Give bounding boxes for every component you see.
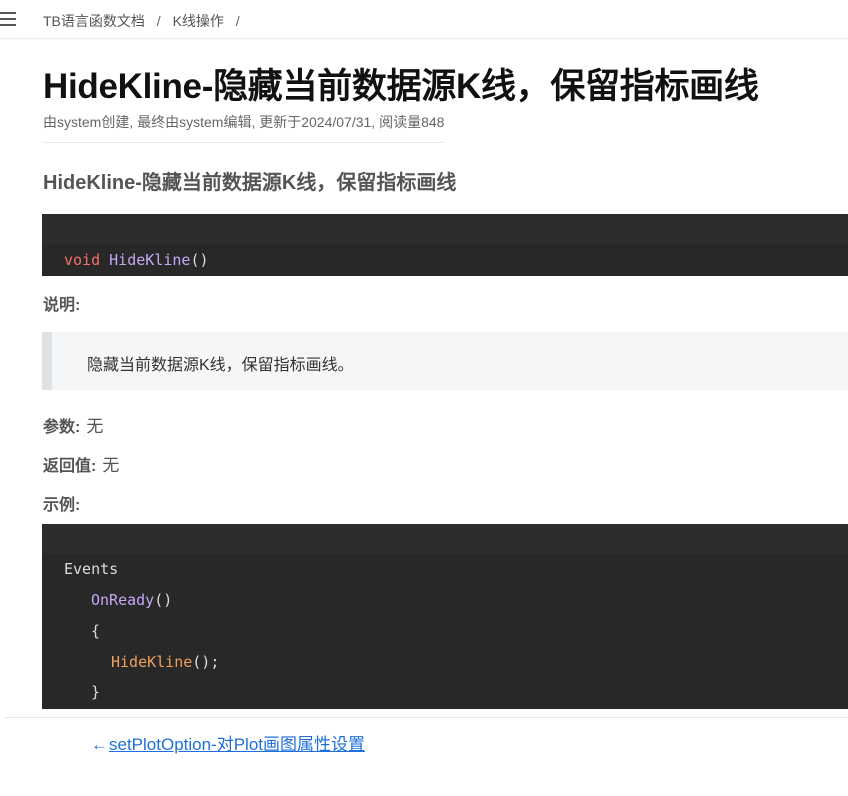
description-text: 隐藏当前数据源K线，保留指标画线。 (87, 357, 354, 374)
section-heading: HideKline-隐藏当前数据源K线，保留指标画线 (43, 172, 457, 194)
top-bar: TB语言函数文档 / K线操作 / (0, 0, 848, 39)
params-label: 参数: (43, 419, 81, 436)
params-value: 无 (86, 417, 104, 436)
signature-code-block: void HideKline() (42, 214, 848, 276)
code-call-name: HideKline (111, 653, 193, 671)
breadcrumb-item-kline[interactable]: K线操作 (173, 13, 224, 29)
prev-page-link[interactable]: ←setPlotOption-对Plot画图属性设置 (91, 730, 365, 755)
code-line-2: OnReady() (91, 591, 172, 609)
code-call-rest: (); (192, 653, 220, 671)
code-keyword: void (64, 251, 101, 269)
code-function-name: HideKline (109, 251, 191, 269)
footer-divider (4, 717, 848, 718)
returns-value: 无 (102, 456, 120, 475)
breadcrumb: TB语言函数文档 / K线操作 / (43, 11, 248, 31)
params-row: 参数: 无 (43, 412, 103, 437)
description-blockquote: 隐藏当前数据源K线，保留指标画线。 (42, 332, 848, 390)
code-line-1: Events (64, 560, 119, 578)
code-line-5: } (91, 683, 101, 701)
code-line-3: { (91, 622, 101, 640)
prev-page-label: setPlotOption-对Plot画图属性设置 (109, 735, 366, 754)
breadcrumb-separator: / (235, 13, 240, 29)
code-block-header (42, 214, 848, 244)
code-function-name: OnReady (91, 591, 155, 609)
breadcrumb-item-docs[interactable]: TB语言函数文档 (43, 13, 145, 29)
code-block-header (42, 524, 848, 554)
code-parens: () (190, 251, 209, 269)
hamburger-menu-icon[interactable] (0, 11, 18, 27)
returns-row: 返回值: 无 (43, 451, 119, 476)
example-label: 示例: (43, 497, 81, 514)
breadcrumb-separator: / (156, 13, 161, 29)
arrow-left-icon: ← (91, 735, 108, 754)
page-title: HideKline-隐藏当前数据源K线，保留指标画线 (43, 67, 759, 106)
code-line-4: HideKline(); (111, 653, 219, 671)
returns-label: 返回值: (43, 458, 97, 475)
description-label: 说明: (43, 297, 81, 314)
page-meta: 由system创建, 最终由system编辑, 更新于2024/07/31, 阅… (43, 112, 445, 143)
code-parens: () (154, 591, 173, 609)
signature-line: void HideKline() (64, 251, 209, 269)
example-code-block: Events OnReady() { HideKline(); } (42, 524, 848, 709)
